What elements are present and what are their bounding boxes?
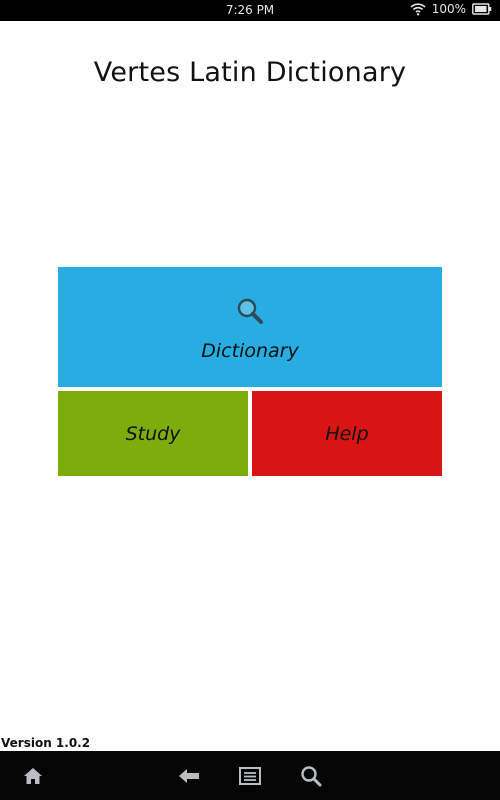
menu-icon[interactable] — [238, 764, 262, 788]
app-title: Vertes Latin Dictionary — [93, 57, 407, 88]
battery-percent: 100% — [431, 2, 466, 16]
dictionary-tile[interactable]: Dictionary — [58, 267, 442, 387]
dictionary-tile-label: Dictionary — [201, 339, 299, 362]
status-indicators: 100% — [410, 2, 492, 16]
search-icon — [236, 297, 264, 330]
battery-icon — [472, 3, 492, 15]
navigation-bar — [0, 751, 500, 800]
wifi-icon — [410, 2, 426, 16]
home-icon[interactable] — [21, 764, 45, 788]
study-tile[interactable]: Study — [58, 391, 248, 476]
app-main: Vertes Latin Dictionary Dictionary Study… — [0, 21, 500, 751]
search-icon[interactable] — [299, 764, 323, 788]
version-label: Version 1.0.2 — [1, 736, 91, 750]
study-tile-label: Study — [125, 422, 181, 445]
help-tile[interactable]: Help — [252, 391, 442, 476]
help-tile-label: Help — [325, 422, 369, 445]
device-screen: 7:26 PM 100% Vertes Latin Dictionary Dic… — [0, 0, 500, 800]
status-bar: 7:26 PM 100% — [0, 0, 500, 21]
back-icon[interactable] — [177, 764, 201, 788]
